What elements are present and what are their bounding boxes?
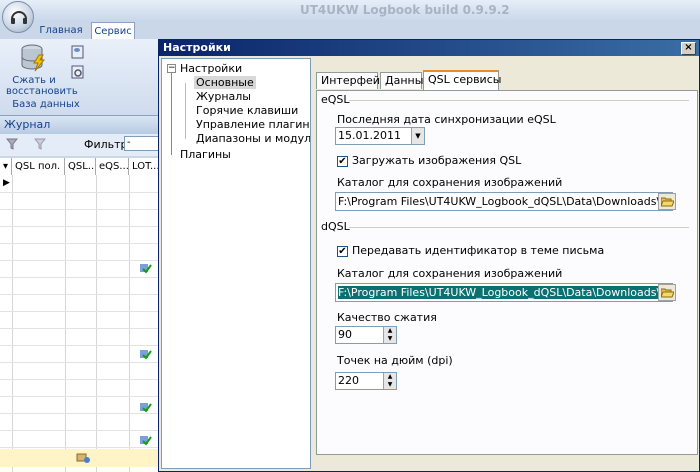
app-titlebar: UT4UKW Logbook build 0.9.9.2: [0, 0, 700, 22]
compress-restore-label: Сжать и восстановить: [6, 75, 78, 97]
grid-header-qsl-sent[interactable]: QSL...: [65, 158, 96, 175]
lotw-confirmed-icon: [140, 436, 152, 446]
dqsl-dpi-value: 220: [338, 374, 359, 387]
qsl-card-icon: [76, 453, 90, 463]
grid-header-lotw[interactable]: LOT...: [129, 158, 160, 175]
eqsl-images-dir-field[interactable]: F:\Program Files\UT4UKW_Logbook_dQSL\Dat…: [335, 192, 673, 211]
tree-node-plugin-management[interactable]: Управление плагинами: [196, 118, 310, 131]
eqsl-download-images-checkbox[interactable]: ✔: [337, 156, 348, 167]
dqsl-quality-stepper[interactable]: 90 ▲ ▼: [335, 326, 397, 344]
dialog-titlebar[interactable]: Настройки ×: [159, 40, 699, 56]
tree-node-journals[interactable]: Журналы: [196, 90, 251, 103]
chevron-down-icon[interactable]: ▼: [411, 128, 424, 144]
tab-interface[interactable]: Интерфейс: [316, 72, 386, 89]
dqsl-browse-button[interactable]: [658, 284, 676, 301]
eqsl-group-title: eQSL: [321, 93, 350, 106]
dqsl-images-dir-label: Каталог для сохранения изображений: [337, 267, 563, 280]
close-icon[interactable]: ×: [681, 42, 696, 55]
tree-node-bands-modes[interactable]: Диапазоны и модуляция: [196, 132, 310, 145]
tree-collapse-icon[interactable]: −: [167, 64, 176, 73]
dialog-title: Настройки: [163, 41, 231, 54]
headset-icon: [11, 11, 27, 24]
dqsl-images-dir-value: F:\Program Files\UT4UKW_Logbook_dQSL\Dat…: [338, 286, 672, 299]
table-row-highlighted[interactable]: [0, 449, 160, 467]
eqsl-last-sync-label: Последняя дата синхронизации eQSL: [337, 113, 556, 126]
lotw-confirmed-icon: [140, 264, 152, 274]
settings-dialog: Настройки × − Настройки Основные Журналы…: [158, 39, 700, 472]
tree-node-hotkeys[interactable]: Горячие клавиши: [196, 104, 298, 117]
chevron-up-icon[interactable]: ▲: [384, 327, 396, 335]
stepper-buttons: ▲ ▼: [383, 327, 396, 343]
dqsl-dpi-stepper[interactable]: 220 ▲ ▼: [335, 372, 397, 390]
qsl-services-panel: eQSL Последняя дата синхронизации eQSL 1…: [316, 90, 698, 455]
funnel-icon[interactable]: [6, 138, 18, 150]
tree-node-settings[interactable]: Настройки: [180, 62, 242, 75]
app-title: UT4UKW Logbook build 0.9.9.2: [300, 3, 510, 17]
chevron-up-icon[interactable]: ▲: [384, 373, 396, 381]
dqsl-quality-value: 90: [338, 328, 352, 341]
eqsl-images-dir-label: Каталог для сохранения изображений: [337, 176, 563, 189]
database-lightning-icon: [21, 44, 46, 72]
settings-tree: − Настройки Основные Журналы Горячие кла…: [161, 58, 311, 469]
dqsl-dpi-label: Точек на дюйм (dpi): [337, 354, 453, 367]
tab-qsl-services[interactable]: QSL сервисы: [423, 70, 501, 90]
ribbon-tab-service[interactable]: Сервис: [91, 22, 135, 40]
grid-header-sort[interactable]: ▾: [0, 158, 12, 175]
ribbon-group-label: База данных: [12, 99, 80, 110]
folder-open-icon: [661, 197, 674, 207]
database-copy-icon[interactable]: [70, 45, 86, 59]
dqsl-send-id-checkbox[interactable]: ✔: [337, 246, 348, 257]
filter-label: Фильтр: [84, 138, 128, 151]
compress-restore-button[interactable]: Сжать и восстановить: [6, 43, 78, 99]
chevron-down-icon[interactable]: ▼: [384, 335, 396, 343]
tree-node-basic[interactable]: Основные: [194, 76, 256, 89]
ribbon-tab-home[interactable]: Главная: [36, 22, 86, 39]
funnel-clear-icon[interactable]: [34, 138, 46, 150]
dqsl-send-id-label: Передавать идентификатор в теме письма: [352, 244, 605, 257]
lotw-confirmed-icon: [140, 350, 152, 360]
eqsl-browse-button[interactable]: [658, 193, 676, 210]
grid-header-qsl-received[interactable]: QSL пол.: [12, 158, 65, 175]
lotw-confirmed-icon: [140, 403, 152, 413]
ribbon-tabs: Главная Сервис: [0, 22, 700, 40]
eqsl-download-images-label: Загружать изображения QSL: [352, 154, 522, 167]
dqsl-images-dir-field[interactable]: F:\Program Files\UT4UKW_Logbook_dQSL\Dat…: [335, 283, 673, 302]
tab-data[interactable]: Данные: [380, 72, 430, 89]
dqsl-group-title: dQSL: [321, 220, 350, 233]
eqsl-last-sync-date[interactable]: 15.01.2011 ▼: [335, 127, 425, 145]
folder-open-icon: [661, 288, 674, 298]
eqsl-last-sync-value: 15.01.2011: [338, 129, 401, 142]
tree-node-plugins[interactable]: Плагины: [180, 148, 231, 161]
small-db-buttons: [70, 45, 86, 85]
stepper-buttons: ▲ ▼: [383, 373, 396, 389]
eqsl-images-dir-value: F:\Program Files\UT4UKW_Logbook_dQSL\Dat…: [338, 195, 673, 208]
chevron-down-icon[interactable]: ▼: [384, 381, 396, 389]
grid-header-eqsl[interactable]: eQS...: [96, 158, 129, 175]
database-settings-icon[interactable]: [70, 65, 86, 79]
app-menu-orb[interactable]: [2, 1, 34, 33]
dqsl-quality-label: Качество сжатия: [337, 311, 437, 324]
current-row-indicator: ▶: [3, 178, 10, 188]
